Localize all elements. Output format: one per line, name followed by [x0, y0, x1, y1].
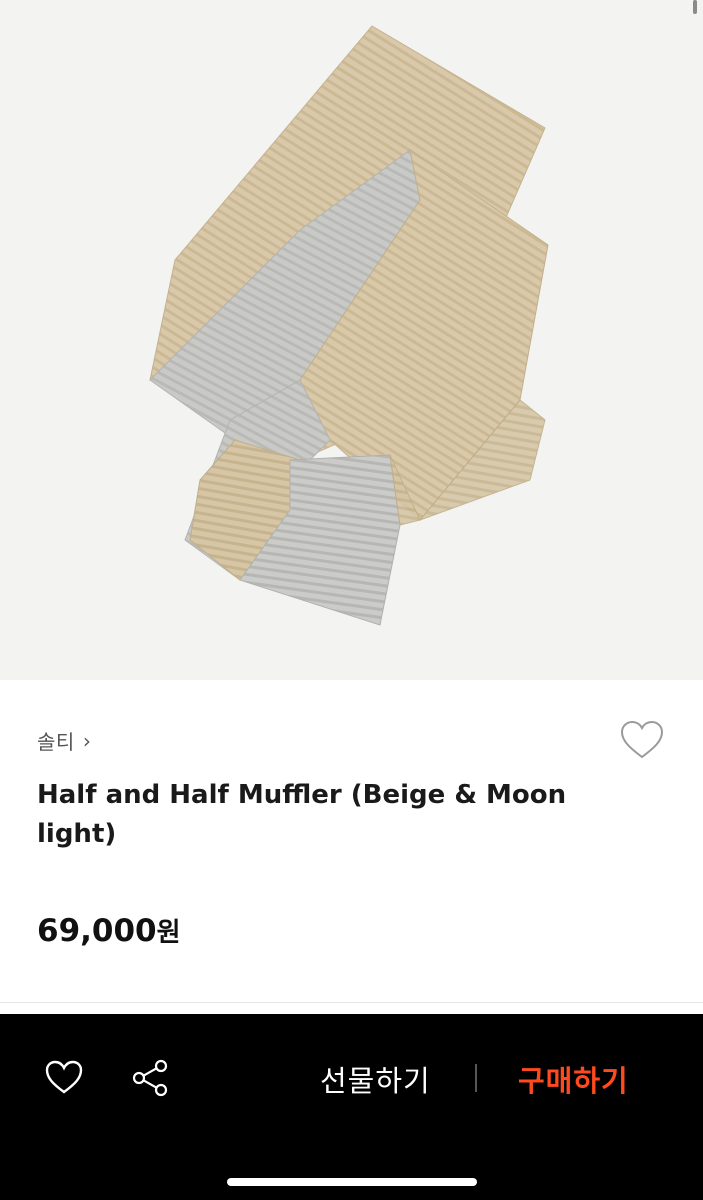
heart-outline-icon [45, 1060, 83, 1094]
chevron-right-icon: › [82, 728, 92, 753]
product-info: 솔티 › Half and Half Muffler (Beige & Moon… [0, 680, 703, 1002]
action-separator [475, 1064, 477, 1092]
product-title: Half and Half Muffler (Beige & Moon ligh… [37, 780, 567, 849]
brand-name: 솔티 [37, 730, 75, 754]
brand-link[interactable]: 솔티 › [37, 726, 91, 755]
product-detail-page: 솔티 › Half and Half Muffler (Beige & Moon… [0, 0, 703, 1200]
scroll-indicator [693, 0, 697, 14]
product-image[interactable] [0, 0, 703, 680]
muffler-illustration [149, 25, 549, 626]
bottom-wishlist-button[interactable] [44, 1058, 84, 1098]
product-price: 69,000원 [37, 912, 181, 949]
share-icon [132, 1059, 168, 1097]
heart-outline-icon [620, 720, 664, 759]
bottom-action-bar: 선물하기 구매하기 [0, 1014, 703, 1200]
price-unit: 원 [156, 918, 181, 948]
gift-button[interactable]: 선물하기 [320, 1058, 431, 1100]
price-value: 69,000 [37, 913, 157, 949]
buy-button[interactable]: 구매하기 [518, 1058, 629, 1100]
home-indicator[interactable] [227, 1178, 477, 1186]
share-button[interactable] [131, 1058, 171, 1098]
section-divider [0, 1002, 703, 1003]
wishlist-button[interactable] [620, 720, 664, 760]
